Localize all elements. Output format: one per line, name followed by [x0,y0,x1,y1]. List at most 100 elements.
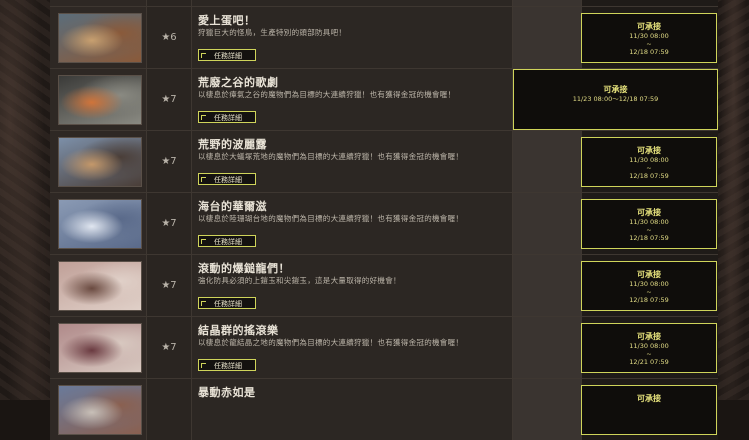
quest-details-label: 任務詳細 [214,176,242,184]
empty-cell [513,379,582,440]
table-row: ★6 愛上蛋吧！ 狩獵巨大的怪鳥，生產特別的頭部防具吧！ 任務詳細 可承接 11… [50,7,718,69]
table-row: ★7 海台的華爾滋 以棲息於陸珊瑚台地的魔物們為目標的大連續狩獵！也有獲得金冠的… [50,193,718,255]
quest-details-label: 任務詳細 [214,52,242,60]
quest-thumbnail[interactable] [58,385,142,435]
quest-info-cell: 愛上蛋吧！ 狩獵巨大的怪鳥，生產特別的頭部防具吧！ 任務詳細 [192,7,513,68]
availability-label: 可承接 [637,270,661,279]
quest-thumbnail[interactable] [58,261,142,311]
availability-badge: 可承接 [581,385,717,435]
status-cell [582,0,718,6]
availability-badge: 可承接 11/30 08:00 ~ 12/18 07:59 [581,13,717,63]
end-date: 12/18 07:59 [629,172,669,180]
start-date: 11/30 08:00 [629,218,669,226]
quest-description: 以棲息於陸珊瑚台地的魔物們為目標的大連續狩獵！也有獲得金冠的機會喔！ [198,214,464,223]
quest-details-button[interactable]: 任務詳細 [198,111,256,123]
start-date: 11/30 08:00 [629,156,669,164]
quest-rank: ★7 [147,317,192,378]
quest-description: 以棲息於瘴氣之谷的魔物們為目標的大連續狩獵！也有獲得金冠的機會喔！ [198,90,456,99]
quest-title: 荒廢之谷的歌劇 [198,76,279,89]
quest-info-cell [192,0,513,6]
availability-badge: 可承接 11/30 08:00 ~ 12/18 07:59 [581,261,717,311]
date-separator: ~ [646,226,652,234]
quest-thumbnail[interactable] [58,13,142,63]
quest-info-cell: 荒野的波麗露 以棲息於大蟻塚荒地的魔物們為目標的大連續狩獵！也有獲得金冠的機會喔… [192,131,513,192]
quest-details-button[interactable]: 任務詳細 [198,173,256,185]
thumbnail-cell [50,7,147,68]
quest-thumbnail[interactable] [58,75,142,125]
empty-cell [513,255,582,316]
quest-description: 以棲息於大蟻塚荒地的魔物們為目標的大連續狩獵！也有獲得金冠的機會喔！ [198,152,464,161]
quest-title: 海台的華爾滋 [198,200,267,213]
quest-title: 愛上蛋吧！ [198,14,256,27]
quest-thumbnail[interactable] [58,323,142,373]
left-background-ornament [0,0,50,400]
empty-cell [513,131,582,192]
event-quest-table: ★6 愛上蛋吧！ 狩獵巨大的怪鳥，生產特別的頭部防具吧！ 任務詳細 可承接 11… [50,0,718,440]
availability-badge: 可承接 11/30 08:00 ~ 12/21 07:59 [581,323,717,373]
empty-cell [513,193,582,254]
availability-badge: 可承接 11/30 08:00 ~ 12/18 07:59 [581,199,717,249]
table-row: 暴動赤如是 可承接 [50,379,718,440]
quest-title: 結晶群的搖滾樂 [198,324,279,337]
corner-mark-icon [201,301,206,306]
quest-rank: ★7 [147,69,192,130]
empty-cell [513,0,582,6]
quest-description: 以棲息於龍結晶之地的魔物們為目標的大連續狩獵！也有獲得金冠的機會喔！ [198,338,464,347]
corner-mark-icon [201,363,206,368]
quest-title: 荒野的波麗露 [198,138,267,151]
date-range: 11/23 08:00～12/18 07:59 [572,95,659,103]
start-date: 11/30 08:00 [629,342,669,350]
thumbnail-cell [50,255,147,316]
quest-info-cell: 滾動的爆鎚龍們！ 強化防具必須的上鎧玉和尖鎧玉，這是大量取得的好機會！ 任務詳細 [192,255,513,316]
quest-details-label: 任務詳細 [214,300,242,308]
availability-label: 可承接 [637,208,661,217]
availability-badge: 可承接 11/30 08:00 ~ 12/18 07:59 [581,137,717,187]
right-background-ornament [718,0,749,400]
table-row [50,0,718,7]
date-separator: ~ [646,164,652,172]
date-separator: ~ [646,350,652,358]
thumbnail-cell [50,317,147,378]
availability-label: 可承接 [637,332,661,341]
quest-info-cell: 荒廢之谷的歌劇 以棲息於瘴氣之谷的魔物們為目標的大連續狩獵！也有獲得金冠的機會喔… [192,69,513,130]
date-separator: ~ [646,40,652,48]
end-date: 12/21 07:59 [629,358,669,366]
quest-details-button[interactable]: 任務詳細 [198,359,256,371]
empty-cell [513,317,582,378]
corner-mark-icon [201,53,206,58]
quest-thumbnail[interactable] [58,137,142,187]
thumbnail-cell [50,193,147,254]
quest-rank: ★7 [147,131,192,192]
quest-details-button[interactable]: 任務詳細 [198,297,256,309]
quest-details-label: 任務詳細 [214,114,242,122]
quest-rank [147,379,192,440]
end-date: 12/18 07:59 [629,234,669,242]
corner-mark-icon [201,115,206,120]
availability-label: 可承接 [637,394,661,403]
availability-label: 可承接 [637,22,661,31]
start-date: 11/30 08:00 [629,32,669,40]
quest-rank: ★6 [147,7,192,68]
availability-label: 可承接 [637,146,661,155]
corner-mark-icon [201,239,206,244]
quest-rank: ★7 [147,255,192,316]
corner-mark-icon [201,177,206,182]
date-separator: ~ [646,288,652,296]
quest-info-cell: 海台的華爾滋 以棲息於陸珊瑚台地的魔物們為目標的大連續狩獵！也有獲得金冠的機會喔… [192,193,513,254]
thumbnail-cell [50,69,147,130]
quest-details-button[interactable]: 任務詳細 [198,49,256,61]
table-row: ★7 荒野的波麗露 以棲息於大蟻塚荒地的魔物們為目標的大連續狩獵！也有獲得金冠的… [50,131,718,193]
start-date: 11/30 08:00 [629,280,669,288]
quest-title: 暴動赤如是 [198,386,256,399]
quest-details-label: 任務詳細 [214,238,242,246]
quest-info-cell: 結晶群的搖滾樂 以棲息於龍結晶之地的魔物們為目標的大連續狩獵！也有獲得金冠的機會… [192,317,513,378]
quest-description: 狩獵巨大的怪鳥，生產特別的頭部防具吧！ [198,28,347,37]
table-row: ★7 滾動的爆鎚龍們！ 強化防具必須的上鎧玉和尖鎧玉，這是大量取得的好機會！ 任… [50,255,718,317]
quest-title: 滾動的爆鎚龍們！ [198,262,290,275]
availability-badge: 可承接 11/23 08:00～12/18 07:59 [513,69,718,130]
table-row: ★7 荒廢之谷的歌劇 以棲息於瘴氣之谷的魔物們為目標的大連續狩獵！也有獲得金冠的… [50,69,718,131]
quest-description: 強化防具必須的上鎧玉和尖鎧玉，這是大量取得的好機會！ [198,276,401,285]
quest-rank: ★7 [147,193,192,254]
quest-details-button[interactable]: 任務詳細 [198,235,256,247]
quest-thumbnail[interactable] [58,199,142,249]
